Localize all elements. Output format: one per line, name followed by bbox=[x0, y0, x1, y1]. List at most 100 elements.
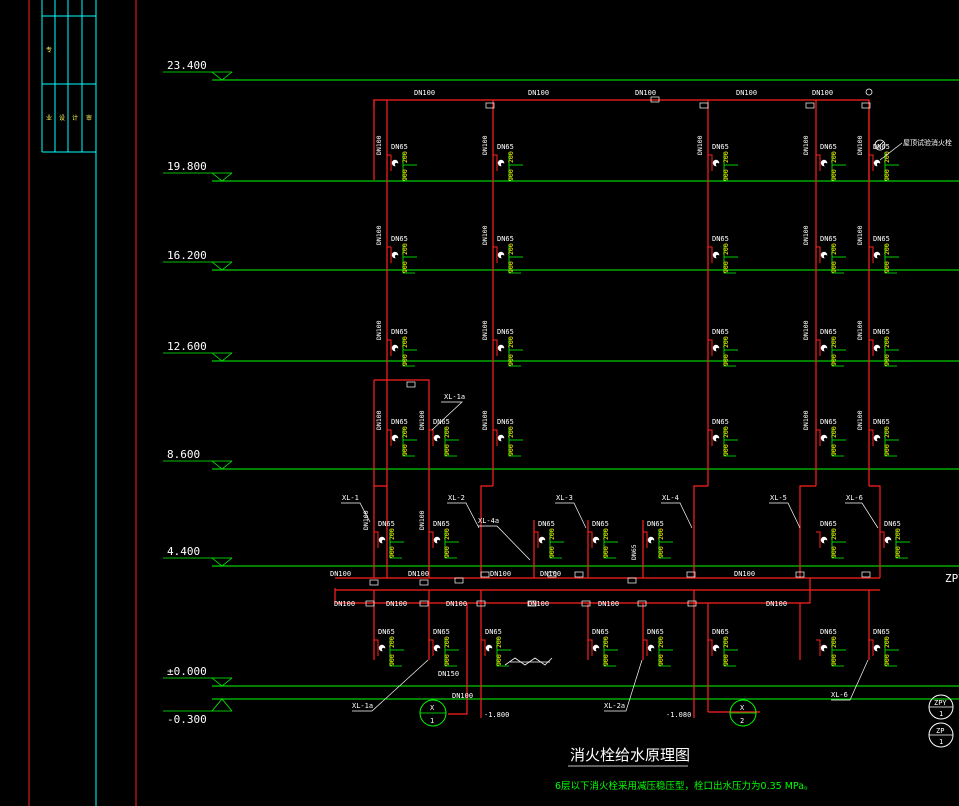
hydrant-station: DN65200 900 bbox=[708, 235, 738, 274]
pump-adapter-icon bbox=[504, 657, 553, 666]
hydrant-dn65-label: DN65 bbox=[873, 418, 890, 426]
hydrant-station: DN65200 900 bbox=[880, 520, 910, 559]
pipe-label-low-2: DN100 bbox=[408, 570, 429, 578]
hydrant-dn65-label: DN65 bbox=[538, 520, 555, 528]
cad-drawing: 专 业 设 计 审 23.400 19.800 16.200 12.600 8.600 4… bbox=[28, 0, 959, 806]
hydrant-900-label: 900 bbox=[657, 546, 665, 558]
hydrant-station: DN65200 900 bbox=[374, 628, 404, 667]
hydrant-200-label: 200 bbox=[495, 636, 503, 648]
hydrant-station: DN65200 900 bbox=[493, 143, 523, 182]
hydrant-station: DN65200 900 bbox=[387, 143, 417, 182]
valve-icon bbox=[406, 381, 416, 388]
hydrant-dn65-label: DN65 bbox=[820, 235, 837, 243]
hydrant-900-label: 900 bbox=[401, 169, 409, 181]
riser-dn-label: DN100 bbox=[375, 410, 383, 430]
hydrant-station: DN65200 900 bbox=[643, 628, 673, 667]
hydrant-dn65-label: DN65 bbox=[712, 418, 729, 426]
pipe-label-low-3: DN100 bbox=[490, 570, 511, 578]
valve-icon bbox=[627, 577, 637, 584]
valve-icon bbox=[480, 571, 490, 578]
riser-label-xl4a: XL-4a bbox=[478, 517, 499, 525]
hydrant-station: DN65200 900 bbox=[708, 143, 738, 182]
riser-dn-label: DN100 bbox=[856, 410, 864, 430]
level-label-6: ±0.000 bbox=[167, 665, 207, 678]
valve-icon bbox=[805, 102, 815, 109]
hydrant-900-label: 900 bbox=[443, 546, 451, 558]
drawing-note: 6层以下消火栓采用减压稳压型，栓口出水压力为0.35 MPa。 bbox=[555, 780, 814, 792]
pipe-label-low-7: DN100 bbox=[386, 600, 407, 608]
hydrant-200-label: 200 bbox=[388, 636, 396, 648]
riser-dn-label: DN100 bbox=[481, 410, 489, 430]
inlet-x2-letter: X bbox=[740, 704, 745, 712]
hydrant-200-label: 200 bbox=[657, 636, 665, 648]
riser-dn-label: DN100 bbox=[418, 510, 426, 530]
level-6: ±0.000 bbox=[163, 665, 959, 687]
hydrant-200-label: 200 bbox=[602, 636, 610, 648]
hydrant-900-label: 900 bbox=[507, 261, 515, 273]
hydrant-station: DN65200 900 bbox=[869, 418, 899, 457]
hydrant-dn65-label: DN65 bbox=[647, 520, 664, 528]
hydrant-900-label: 900 bbox=[401, 444, 409, 456]
hydrant-station: DN65200 900 bbox=[429, 520, 459, 559]
hydrant-dn65-label: DN65 bbox=[391, 143, 408, 151]
hydrant-dn65-label: DN65 bbox=[820, 628, 837, 636]
hydrant-station: DN65200 900 bbox=[816, 235, 846, 274]
title-block-cell-1: 专 bbox=[46, 46, 52, 54]
hydrant-station: DN65200 900 bbox=[816, 520, 846, 559]
level-label-1: 19.800 bbox=[167, 160, 207, 173]
hydrant-900-label: 900 bbox=[507, 354, 515, 366]
hydrant-dn65-label: DN65 bbox=[433, 418, 450, 426]
hydrant-dn65-label: DN65 bbox=[712, 328, 729, 336]
hydrant-station: DN65200 900 bbox=[387, 418, 417, 457]
pipe-label-low-5: DN100 bbox=[734, 570, 755, 578]
hydrant-900-label: 900 bbox=[722, 261, 730, 273]
hydrant-dn65-label: DN65 bbox=[712, 143, 729, 151]
hydrant-900-label: 900 bbox=[602, 546, 610, 558]
hydrant-station: DN65200 900 bbox=[374, 520, 404, 559]
inlet-x2-elev: -1.080 bbox=[666, 711, 691, 719]
hydrant-station: DN65200 900 bbox=[493, 235, 523, 274]
pipe-label-low-10: DN100 bbox=[598, 600, 619, 608]
hydrant-900-label: 900 bbox=[830, 354, 838, 366]
level-label-4: 8.600 bbox=[167, 448, 200, 461]
hydrant-200-label: 200 bbox=[548, 528, 556, 540]
legend-zp-top: ZP bbox=[936, 727, 944, 735]
hydrant-900-label: 900 bbox=[883, 444, 891, 456]
hydrant-200-label: 200 bbox=[722, 426, 730, 438]
hydrant-station: DN65200 900 bbox=[493, 418, 523, 457]
hydrant-900-label: 900 bbox=[830, 546, 838, 558]
hydrant-dn65-label: DN65 bbox=[497, 418, 514, 426]
hydrant-900-label: 900 bbox=[657, 654, 665, 666]
hydrant-stations: DN65200900DN65200900DN65200900DN65200900… bbox=[362, 96, 910, 667]
pipe-network bbox=[334, 99, 881, 718]
hydrant-dn65-label: DN65 bbox=[712, 235, 729, 243]
hydrant-200-label: 200 bbox=[830, 426, 838, 438]
hydrant-200-label: 200 bbox=[657, 528, 665, 540]
level-label-5: 4.400 bbox=[167, 545, 200, 558]
hydrant-900-label: 900 bbox=[495, 654, 503, 666]
hydrant-900-label: 900 bbox=[883, 654, 891, 666]
hydrant-900-label: 900 bbox=[830, 169, 838, 181]
riser-dn-label: DN100 bbox=[696, 135, 704, 155]
level-label-3: 12.600 bbox=[167, 340, 207, 353]
hydrant-900-label: 900 bbox=[401, 354, 409, 366]
level-0: 23.400 bbox=[163, 59, 959, 81]
hydrant-200-label: 200 bbox=[401, 336, 409, 348]
valve-icon bbox=[574, 571, 584, 578]
hydrant-dn65-label: DN65 bbox=[378, 628, 395, 636]
riser-dn-label: DN100 bbox=[375, 320, 383, 340]
pipe-label-low-4: DN100 bbox=[540, 570, 561, 578]
hydrant-200-label: 200 bbox=[507, 151, 515, 163]
hydrant-dn65-label: DN65 bbox=[497, 328, 514, 336]
hydrant-200-label: 200 bbox=[722, 243, 730, 255]
level-2: 16.200 bbox=[163, 249, 959, 271]
hydrant-200-label: 200 bbox=[883, 426, 891, 438]
hydrant-station: DN65200 900 bbox=[869, 628, 899, 667]
hydrant-900-label: 900 bbox=[883, 354, 891, 366]
level-5: 4.400 bbox=[163, 545, 959, 567]
inlet-x1-elev: -1.800 bbox=[484, 711, 509, 719]
level-3: 12.600 bbox=[163, 340, 959, 362]
riser-label-xl4: XL-4 bbox=[662, 494, 679, 502]
hydrant-station: DN65200 900 bbox=[534, 520, 564, 559]
pipe-label-top-4: DN100 bbox=[736, 89, 757, 97]
